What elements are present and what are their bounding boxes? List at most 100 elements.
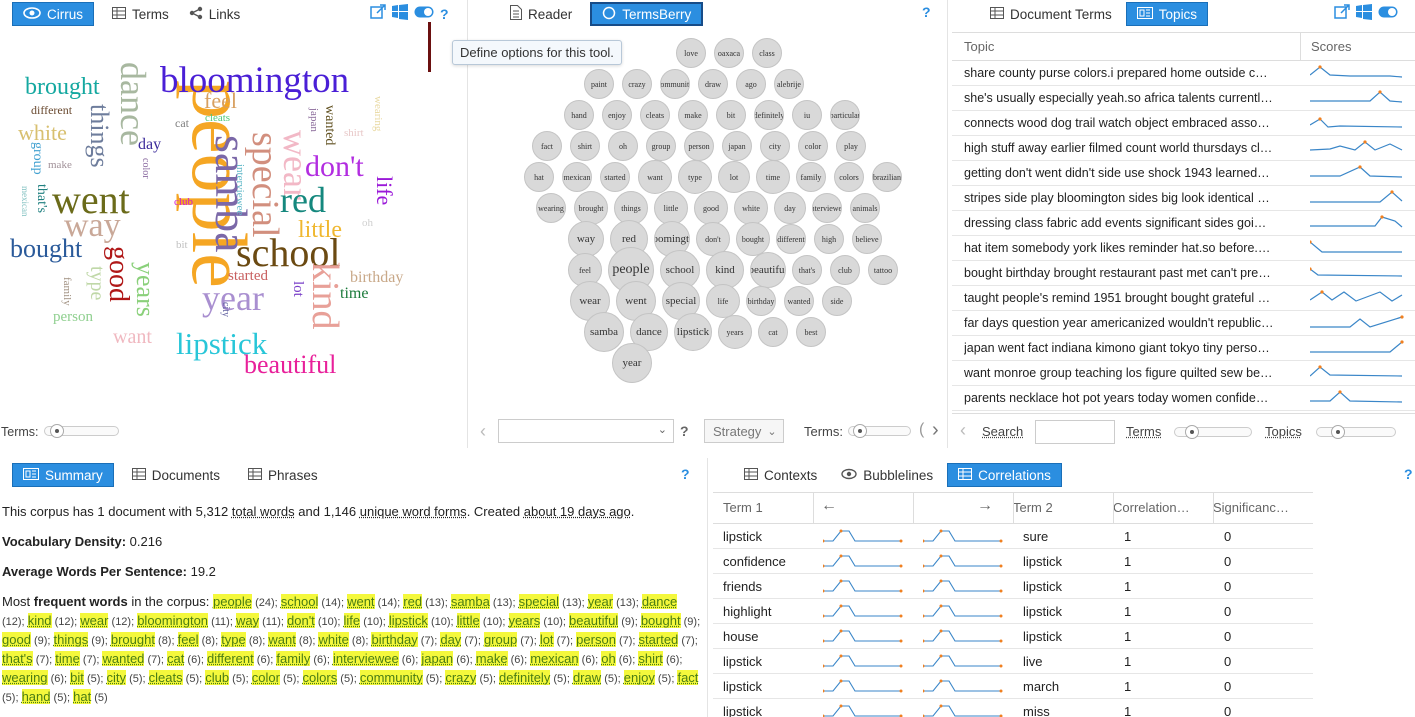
frequent-word-link[interactable]: wanted: [102, 651, 145, 666]
tab-phrases[interactable]: Phrases: [238, 463, 328, 487]
term-bubble[interactable]: animals: [850, 193, 880, 223]
cloud-word[interactable]: club: [174, 197, 193, 208]
help-icon[interactable]: ?: [440, 6, 449, 22]
topic-row[interactable]: bought birthday brought restaurant past …: [952, 261, 1415, 286]
frequent-word-link[interactable]: community: [359, 670, 423, 685]
frequent-word-link[interactable]: person: [576, 632, 616, 647]
tab-cirrus[interactable]: Cirrus: [12, 2, 94, 26]
term-bubble[interactable]: lipstick: [674, 313, 712, 351]
frequent-word-link[interactable]: lot: [539, 632, 554, 647]
chevron-left-icon[interactable]: ‹: [960, 420, 966, 441]
cloud-word[interactable]: dance: [113, 62, 153, 146]
term-bubble[interactable]: way: [568, 221, 604, 257]
toggle-icon[interactable]: [414, 6, 434, 21]
search-button[interactable]: Search: [982, 424, 1023, 439]
correlation-row[interactable]: friends lipstick 1 0: [713, 574, 1313, 599]
topic-row[interactable]: hat item somebody york likes reminder ha…: [952, 236, 1415, 261]
frequent-word-link[interactable]: lipstick: [388, 613, 428, 628]
topic-row[interactable]: want monroe group teaching los figure qu…: [952, 361, 1415, 386]
term-bubble[interactable]: class: [752, 38, 782, 68]
term-bubble[interactable]: shirt: [570, 131, 600, 161]
frequent-word-link[interactable]: people: [212, 594, 253, 609]
topic-row[interactable]: far days question year americanized woul…: [952, 311, 1415, 336]
frequent-word-link[interactable]: white: [318, 632, 349, 647]
term-bubble[interactable]: bit: [716, 100, 746, 130]
help-icon[interactable]: ?: [922, 4, 931, 20]
cloud-word[interactable]: shirt: [344, 128, 364, 139]
cloud-word[interactable]: that's: [34, 184, 49, 213]
correlation-row[interactable]: confidence lipstick 1 0: [713, 549, 1313, 574]
help-icon[interactable]: ?: [1404, 466, 1413, 482]
frequent-word-link[interactable]: different: [207, 651, 254, 666]
term-bubble[interactable]: beautiful: [750, 252, 786, 288]
cloud-word[interactable]: type: [86, 266, 108, 300]
search-input[interactable]: [1035, 420, 1115, 444]
term-bubble[interactable]: wanted: [784, 286, 814, 316]
frequent-word-link[interactable]: mexican: [530, 651, 579, 666]
term-bubble[interactable]: tattoo: [868, 255, 898, 285]
frequent-word-link[interactable]: brought: [110, 632, 155, 647]
frequent-word-link[interactable]: bit: [70, 670, 84, 685]
term-bubble[interactable]: draw: [698, 69, 728, 99]
correlations-column-header[interactable]: Term 2: [1013, 500, 1053, 515]
frequent-word-link[interactable]: birthday: [371, 632, 418, 647]
cloud-word[interactable]: oh: [362, 218, 373, 229]
cloud-word[interactable]: year: [202, 280, 264, 316]
term-bubble[interactable]: life: [706, 284, 740, 318]
frequent-word-link[interactable]: dance: [641, 594, 678, 609]
frequent-word-link[interactable]: time: [55, 651, 80, 666]
frequent-word-link[interactable]: enjoy: [623, 670, 655, 685]
frequent-word-link[interactable]: definitely: [499, 670, 551, 685]
topic-row[interactable]: she's usually especially yeah.so africa …: [952, 86, 1415, 111]
term-bubble[interactable]: japan: [722, 131, 752, 161]
topic-column-header[interactable]: Topic: [964, 39, 994, 54]
cirrus-terms-slider[interactable]: [44, 424, 119, 438]
cloud-word[interactable]: bit: [176, 240, 188, 251]
correlations-column-header[interactable]: →: [977, 497, 993, 515]
frequent-word-link[interactable]: crazy: [445, 670, 477, 685]
frequent-word-link[interactable]: make: [475, 651, 508, 666]
frequent-word-link[interactable]: year: [587, 594, 614, 609]
term-bubble[interactable]: years: [718, 315, 752, 349]
cloud-word[interactable]: group: [30, 142, 45, 175]
term-bubble[interactable]: crazy: [622, 69, 652, 99]
frequent-word-link[interactable]: oh: [601, 651, 616, 666]
term-bubble[interactable]: oh: [608, 131, 638, 161]
term-bubble[interactable]: fact: [532, 131, 562, 161]
frequent-word-link[interactable]: type: [221, 632, 246, 647]
frequent-word-link[interactable]: japan: [421, 651, 454, 666]
total-words-link[interactable]: total words: [232, 504, 295, 519]
tab-document-terms[interactable]: Document Terms: [980, 2, 1122, 26]
cloud-word[interactable]: time: [340, 286, 368, 302]
term-bubble[interactable]: different: [776, 224, 806, 254]
term-bubble[interactable]: believe: [852, 224, 882, 254]
term-bubble[interactable]: mexican: [562, 162, 592, 192]
tab-contexts[interactable]: Contexts: [734, 463, 827, 487]
cloud-word[interactable]: mexican: [20, 186, 30, 217]
windows-icon[interactable]: [392, 4, 408, 23]
term-bubble[interactable]: hand: [564, 100, 594, 130]
unique-words-link[interactable]: unique word forms: [360, 504, 467, 519]
term-bubble[interactable]: birthday: [746, 286, 776, 316]
tab-termsberry[interactable]: TermsBerry: [590, 2, 704, 26]
term-bubble[interactable]: bought: [736, 222, 770, 256]
topic-row[interactable]: parents necklace hot pot years today wom…: [952, 386, 1415, 411]
frequent-word-link[interactable]: good: [2, 632, 31, 647]
slider-knob[interactable]: [853, 424, 867, 438]
cloud-word[interactable]: color: [140, 158, 151, 179]
term-bubble[interactable]: cleats: [640, 100, 670, 130]
term-bubble[interactable]: lot: [718, 161, 750, 193]
frequent-word-link[interactable]: draw: [572, 670, 602, 685]
frequent-word-link[interactable]: red: [403, 594, 423, 609]
tab-topics[interactable]: Topics: [1125, 2, 1209, 26]
chevron-left-icon[interactable]: ‹: [480, 421, 486, 442]
frequent-word-link[interactable]: group: [483, 632, 518, 647]
cloud-word[interactable]: cleats: [205, 113, 230, 124]
topic-row[interactable]: high stuff away earlier filmed count wor…: [952, 136, 1415, 161]
term-bubble[interactable]: person: [684, 131, 714, 161]
frequent-word-link[interactable]: wear: [80, 613, 109, 628]
term-bubble[interactable]: enjoy: [602, 100, 632, 130]
term-bubble[interactable]: definitely: [754, 100, 784, 130]
frequent-word-link[interactable]: that's: [2, 651, 33, 666]
term-bubble[interactable]: ago: [736, 69, 766, 99]
